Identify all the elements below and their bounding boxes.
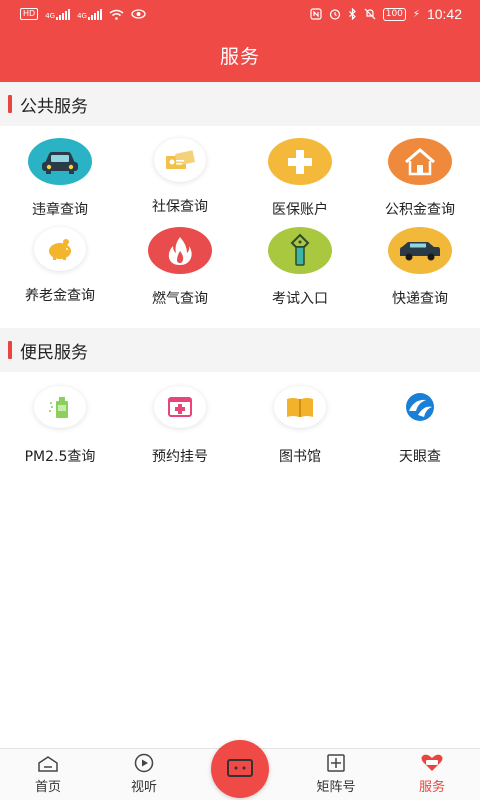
service-pm25[interactable]: PM2.5查询 — [0, 376, 120, 466]
chat-icon — [227, 759, 253, 777]
service-social-security[interactable]: 社保查询 — [120, 130, 240, 219]
home-icon — [38, 756, 58, 772]
section-accent-bar — [8, 341, 12, 359]
matrix-add-icon — [327, 754, 345, 772]
tianyancha-logo-icon — [394, 386, 446, 428]
service-label: 医保账户 — [272, 202, 328, 218]
status-left: HD 4G 4G — [20, 8, 146, 20]
wifi-icon — [109, 9, 124, 20]
tab-service[interactable]: 服务 — [384, 749, 480, 800]
tab-home[interactable]: 首页 — [0, 749, 96, 800]
signal-4g-1: 4G — [45, 8, 71, 20]
service-label: 养老金查询 — [25, 288, 95, 304]
service-express[interactable]: 快递查询 — [360, 219, 480, 308]
hd-badge: HD — [20, 8, 39, 20]
alarm-icon — [329, 9, 340, 20]
tab-label: 首页 — [34, 780, 61, 795]
service-heart-icon — [421, 754, 443, 771]
convenience-services-grid: PM2.5查询 预约挂号 图书馆 天眼查 — [0, 376, 480, 466]
nfc-icon — [310, 8, 322, 20]
tab-matrix[interactable]: 矩阵号 — [288, 749, 384, 800]
battery-indicator: 100 — [382, 7, 406, 21]
medical-cross-icon — [268, 138, 332, 185]
signal-bars-icon — [56, 8, 71, 20]
medical-kit-icon — [154, 386, 206, 428]
flame-icon — [148, 227, 212, 274]
play-icon — [134, 753, 154, 773]
service-label: 社保查询 — [152, 199, 208, 215]
car-icon — [28, 138, 92, 185]
section-accent-bar — [8, 95, 12, 113]
service-exam-entry[interactable]: 考试入口 — [240, 219, 360, 308]
service-label: 燃气查询 — [152, 291, 208, 307]
service-label: 预约挂号 — [152, 449, 208, 465]
center-chat-button[interactable] — [211, 740, 269, 798]
tab-label: 服务 — [418, 780, 445, 795]
signal-bars-icon — [87, 8, 102, 20]
book-icon — [274, 386, 326, 428]
service-label: PM2.5查询 — [24, 449, 96, 465]
eye-icon — [131, 9, 146, 19]
service-label: 公积金查询 — [385, 202, 455, 218]
status-right: 100 ⚡ 10:42 — [310, 6, 462, 22]
section-title: 公共服务 — [20, 96, 88, 117]
service-gas[interactable]: 燃气查询 — [120, 219, 240, 308]
service-appointment[interactable]: 预约挂号 — [120, 376, 240, 466]
tab-label: 视听 — [130, 780, 157, 795]
section-public-services: 公共服务 — [0, 82, 480, 126]
service-label: 图书馆 — [279, 449, 321, 465]
service-housing-fund[interactable]: 公积金查询 — [360, 130, 480, 219]
status-bar: HD 4G 4G 100 ⚡ 10:42 — [0, 0, 480, 28]
service-tianyancha[interactable]: 天眼查 — [360, 376, 480, 466]
tab-video[interactable]: 视听 — [96, 749, 192, 800]
pen-icon — [268, 227, 332, 274]
signal-4g-2: 4G — [77, 8, 102, 20]
piggy-bank-icon — [34, 227, 86, 271]
service-medical-insurance[interactable]: 医保账户 — [240, 130, 360, 219]
app-header: HD 4G 4G 100 ⚡ 10:42 服务 — [0, 0, 480, 82]
service-label: 考试入口 — [272, 291, 328, 307]
tab-label: 矩阵号 — [316, 780, 356, 795]
service-pension[interactable]: 养老金查询 — [0, 219, 120, 308]
bluetooth-icon — [348, 8, 356, 20]
clock: 10:42 — [426, 6, 462, 22]
public-services-grid: 违章查询 社保查询 医保账户 公积金查询 养老金查询 燃气查询 考试入口 快递查… — [0, 130, 480, 308]
service-label: 违章查询 — [32, 202, 88, 218]
delivery-van-icon — [388, 227, 452, 274]
social-security-card-icon — [154, 138, 206, 182]
mute-icon — [364, 8, 376, 20]
section-convenience-services: 便民服务 — [0, 328, 480, 372]
page-title: 服务 — [219, 46, 260, 68]
service-label: 快递查询 — [392, 291, 448, 307]
charging-icon: ⚡ — [412, 8, 420, 20]
service-traffic-violation[interactable]: 违章查询 — [0, 130, 120, 219]
service-label: 天眼查 — [399, 449, 441, 465]
house-icon — [388, 138, 452, 185]
section-title: 便民服务 — [20, 342, 88, 363]
service-library[interactable]: 图书馆 — [240, 376, 360, 466]
air-purifier-icon — [34, 386, 86, 428]
